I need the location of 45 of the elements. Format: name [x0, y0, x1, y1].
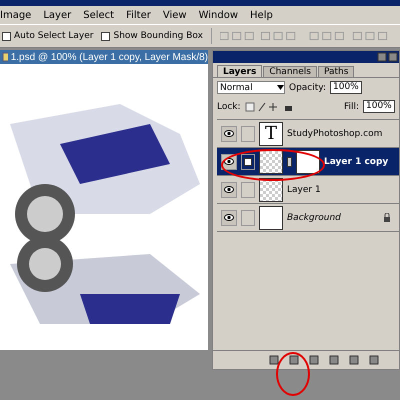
layer-row[interactable]: Layer 1 copy [217, 148, 399, 176]
menu-item[interactable]: Image [0, 10, 32, 20]
menu-item[interactable]: Select [83, 10, 114, 20]
text-layer-symbol: T [264, 123, 277, 144]
layer-thumbnail [259, 150, 283, 174]
layer-row[interactable]: Background [217, 204, 399, 232]
panel-tab[interactable]: Channels [263, 66, 317, 77]
blend-mode-dropdown[interactable]: Normal [217, 81, 285, 94]
dropdown-arrow-icon [277, 85, 284, 90]
layer-row[interactable]: T StudyPhotoshop.com [217, 120, 399, 148]
checkbox-label: Show Bounding Box [113, 31, 203, 41]
brush-mask-icon [244, 158, 252, 166]
menu-item[interactable]: Filter [126, 10, 151, 20]
checkbox[interactable] [101, 32, 110, 40]
chain-icon [287, 156, 292, 166]
checkbox[interactable] [2, 32, 11, 40]
checkbox-label: Auto Select Layer [14, 31, 94, 41]
document-title: 1.psd @ 100% (Layer 1 copy, Layer Mask/8) [10, 52, 208, 62]
fill-label: Fill: [344, 102, 359, 112]
menu-item[interactable]: Help [250, 10, 273, 20]
opacity-field[interactable]: 100% [330, 81, 362, 94]
eye-icon[interactable] [221, 126, 237, 142]
menu-item[interactable]: Layer [43, 10, 72, 20]
layer-name: StudyPhotoshop.com [287, 128, 384, 138]
highlight-circle [276, 352, 310, 396]
menu-item[interactable]: Window [198, 10, 238, 20]
layer-name: Layer 1 copy [324, 156, 390, 166]
eye-icon[interactable] [221, 182, 237, 198]
eye-icon[interactable] [221, 154, 237, 170]
document-icon [2, 52, 8, 62]
menu-item[interactable]: View [162, 10, 187, 20]
layer-row[interactable]: Layer 1 [217, 176, 399, 204]
layer-name: Layer 1 [287, 184, 322, 194]
minimize-icon[interactable] [377, 52, 387, 62]
opacity-label: Opacity: [289, 82, 326, 92]
layer-thumbnail [259, 206, 283, 230]
panel-tab[interactable]: Paths [318, 66, 354, 77]
fill-field[interactable]: 100% [363, 100, 395, 113]
close-icon[interactable] [388, 52, 398, 62]
eye-icon[interactable] [221, 210, 237, 226]
panel-tab[interactable]: Layers [217, 65, 262, 77]
layer-thumbnail [259, 178, 283, 202]
lock-icons-drawing[interactable] [244, 102, 295, 112]
layer-name: Background [287, 212, 342, 222]
lock-label: Lock: [217, 102, 241, 112]
